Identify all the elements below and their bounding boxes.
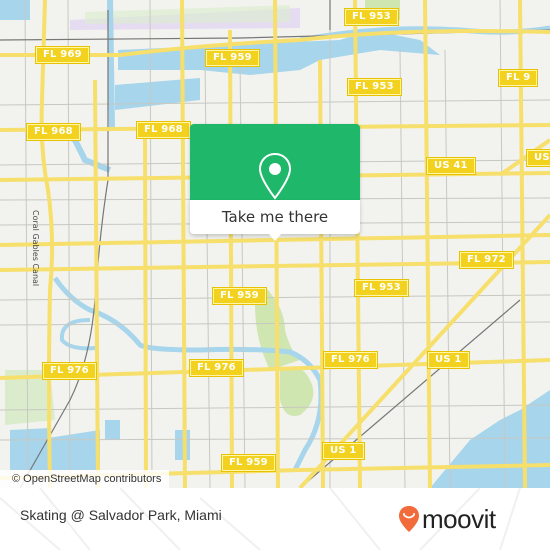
moovit-pin-icon bbox=[399, 506, 419, 532]
road-shield: US bbox=[527, 150, 550, 166]
road-shield: FL 953 bbox=[355, 280, 408, 296]
street-label: Coral Gables Canal bbox=[31, 210, 40, 287]
airport-grass bbox=[85, 5, 290, 24]
place-name: Skating @ Salvador Park, Miami bbox=[20, 507, 222, 523]
road-shield: US 41 bbox=[427, 158, 475, 174]
road-shield: US 1 bbox=[323, 443, 364, 459]
major-roads bbox=[0, 0, 550, 488]
road-shield: FL 976 bbox=[190, 360, 243, 376]
road-shield: US 1 bbox=[428, 352, 469, 368]
water-lake-north-2 bbox=[115, 78, 200, 110]
road-shield: FL 9 bbox=[499, 70, 538, 86]
map-canvas bbox=[0, 0, 550, 488]
brand-name: moovit bbox=[422, 504, 496, 534]
road-shield: FL 968 bbox=[137, 122, 190, 138]
park-central bbox=[280, 366, 314, 416]
water-marina bbox=[10, 428, 100, 470]
road-shield: FL 969 bbox=[36, 47, 89, 63]
popup-pointer bbox=[268, 233, 282, 241]
road-shield: FL 959 bbox=[206, 50, 259, 66]
road-shield: FL 959 bbox=[213, 288, 266, 304]
road-shield: FL 976 bbox=[324, 352, 377, 368]
footer-bar: Skating @ Salvador Park, Miami moovit bbox=[0, 488, 550, 550]
road-shield: FL 972 bbox=[460, 252, 513, 268]
location-popup bbox=[190, 124, 360, 200]
road-shield: FL 953 bbox=[345, 9, 398, 25]
road-shield: FL 959 bbox=[222, 455, 275, 471]
map-pin-icon bbox=[258, 152, 292, 200]
take-me-there-button[interactable]: Take me there bbox=[190, 200, 360, 234]
map-view[interactable]: FL 953 FL 969 FL 959 FL 953 FL 9 FL 968 … bbox=[0, 0, 550, 488]
road-shield: FL 976 bbox=[43, 363, 96, 379]
road-shield: FL 953 bbox=[348, 79, 401, 95]
moovit-logo[interactable]: moovit bbox=[398, 502, 496, 536]
road-shield: FL 968 bbox=[27, 124, 80, 140]
osm-attribution[interactable]: © OpenStreetMap contributors bbox=[0, 470, 170, 488]
